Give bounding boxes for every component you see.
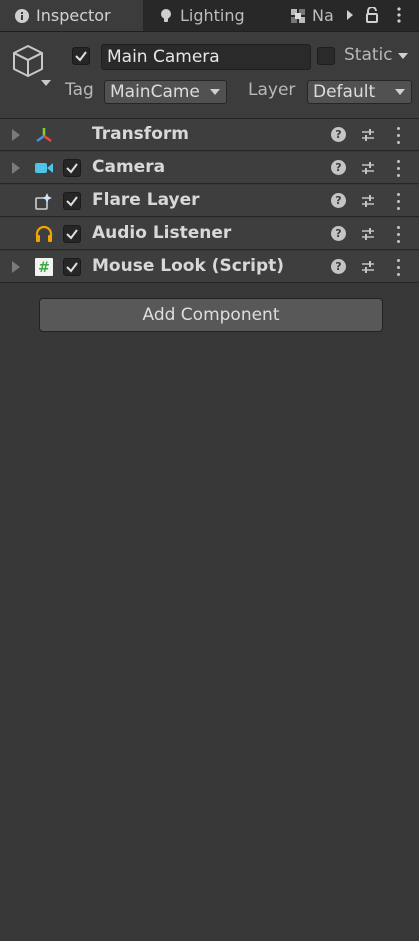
foldout-arrow-icon[interactable] bbox=[12, 261, 20, 273]
presets-icon[interactable] bbox=[360, 193, 376, 209]
chevron-down-icon bbox=[395, 89, 405, 95]
foldout-arrow-icon[interactable] bbox=[12, 162, 20, 174]
component-row-transform[interactable]: Transform ? bbox=[0, 119, 419, 151]
tab-bar: Inspector Lighting Na bbox=[0, 0, 419, 32]
presets-icon[interactable] bbox=[360, 226, 376, 242]
help-icon[interactable]: ? bbox=[331, 226, 346, 241]
enabled-checkbox[interactable] bbox=[63, 258, 81, 276]
component-name: Flare Layer bbox=[92, 190, 200, 210]
navigation-icon bbox=[290, 8, 306, 24]
transform-icon bbox=[34, 126, 54, 144]
enabled-checkbox[interactable] bbox=[63, 225, 81, 243]
tab-label: Inspector bbox=[36, 6, 111, 25]
tab-inspector[interactable]: Inspector bbox=[0, 0, 143, 31]
tab-label: Na bbox=[312, 6, 334, 25]
component-name: Transform bbox=[92, 124, 189, 144]
active-toggle-checkbox[interactable] bbox=[72, 47, 90, 65]
tab-navigation[interactable]: Na bbox=[290, 0, 334, 31]
component-name: Audio Listener bbox=[92, 223, 232, 243]
foldout-arrow-icon[interactable] bbox=[12, 129, 20, 141]
tag-dropdown[interactable]: MainCame bbox=[104, 80, 227, 104]
enabled-checkbox[interactable] bbox=[63, 159, 81, 177]
help-icon[interactable]: ? bbox=[331, 259, 346, 274]
static-checkbox[interactable] bbox=[317, 47, 335, 65]
kebab-menu-icon[interactable] bbox=[396, 258, 402, 276]
add-component-button[interactable]: Add Component bbox=[39, 298, 383, 332]
static-dropdown-arrow-icon[interactable] bbox=[398, 53, 408, 59]
kebab-menu-icon[interactable] bbox=[396, 126, 402, 144]
component-name: Mouse Look (Script) bbox=[92, 256, 285, 276]
help-icon[interactable]: ? bbox=[331, 127, 346, 142]
layer-dropdown[interactable]: Default bbox=[307, 80, 412, 104]
lock-icon[interactable] bbox=[362, 4, 382, 26]
help-icon[interactable]: ? bbox=[331, 193, 346, 208]
static-label: Static bbox=[344, 45, 393, 65]
object-name-field[interactable]: Main Camera bbox=[101, 44, 311, 70]
presets-icon[interactable] bbox=[360, 160, 376, 176]
tab-label: Lighting bbox=[180, 6, 245, 25]
tag-value: MainCame bbox=[110, 82, 200, 102]
kebab-menu-icon[interactable] bbox=[396, 192, 402, 210]
camera-icon bbox=[34, 159, 54, 177]
kebab-menu-icon[interactable] bbox=[396, 159, 402, 177]
headphones-icon bbox=[34, 225, 54, 243]
component-row-mouse-look-script[interactable]: # Mouse Look (Script) ? bbox=[0, 251, 419, 283]
cube-icon[interactable] bbox=[10, 42, 54, 86]
component-row-flare-layer[interactable]: Flare Layer ? bbox=[0, 185, 419, 217]
enabled-checkbox[interactable] bbox=[63, 192, 81, 210]
presets-icon[interactable] bbox=[360, 259, 376, 275]
gameobject-header: Main Camera Static Tag MainCame Layer De… bbox=[0, 32, 419, 119]
info-icon bbox=[14, 8, 30, 24]
presets-icon[interactable] bbox=[360, 127, 376, 143]
lightbulb-icon bbox=[158, 8, 174, 24]
flare-layer-icon bbox=[34, 192, 54, 210]
layer-label: Layer bbox=[248, 80, 296, 100]
help-icon[interactable]: ? bbox=[331, 160, 346, 175]
tab-lighting[interactable]: Lighting bbox=[158, 0, 245, 31]
component-row-audio-listener[interactable]: Audio Listener ? bbox=[0, 218, 419, 250]
kebab-menu-icon[interactable] bbox=[396, 225, 402, 243]
component-row-camera[interactable]: Camera ? bbox=[0, 152, 419, 184]
tag-label: Tag bbox=[65, 80, 94, 100]
csharp-script-icon: # bbox=[34, 258, 54, 276]
chevron-down-icon bbox=[210, 89, 220, 95]
kebab-menu-icon[interactable] bbox=[390, 4, 408, 26]
component-name: Camera bbox=[92, 157, 166, 177]
layer-value: Default bbox=[313, 82, 376, 102]
svg-text:#: # bbox=[38, 260, 50, 276]
chevron-right-icon[interactable] bbox=[341, 4, 359, 26]
